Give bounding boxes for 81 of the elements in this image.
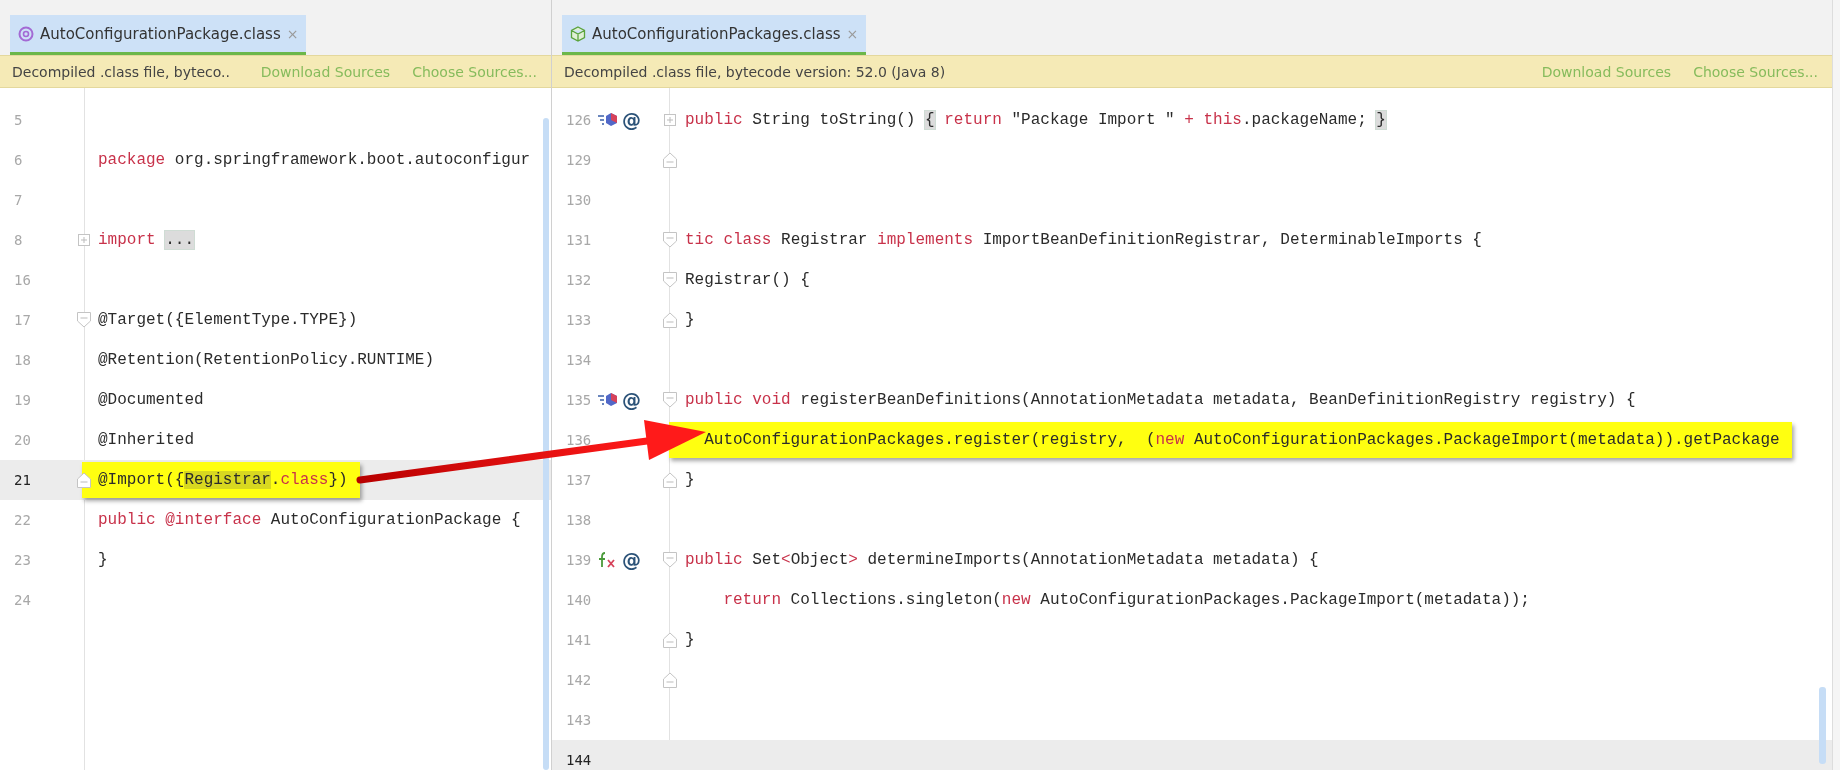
line-number: 24 bbox=[13, 592, 32, 608]
banner-link[interactable]: Choose Sources... bbox=[1693, 63, 1818, 80]
line-number: 144 bbox=[565, 752, 593, 768]
line-number: 134 bbox=[565, 352, 593, 368]
collapse-icon[interactable] bbox=[662, 152, 677, 168]
code-line: } bbox=[685, 311, 695, 329]
line-number: 136 bbox=[565, 432, 593, 448]
code-line: @Retention(RetentionPolicy.RUNTIME) bbox=[98, 351, 435, 369]
line-number: 137 bbox=[565, 472, 593, 488]
code-line: Registrar() { bbox=[685, 271, 810, 289]
line-number: 129 bbox=[565, 152, 593, 168]
code-line: } bbox=[685, 631, 695, 649]
close-icon[interactable]: × bbox=[846, 25, 859, 42]
collapse-icon[interactable] bbox=[662, 272, 677, 288]
collapse-icon[interactable] bbox=[662, 232, 677, 248]
line-number: 131 bbox=[565, 232, 593, 248]
editor-tab[interactable]: AutoConfigurationPackages.class × bbox=[562, 15, 867, 55]
collapse-icon[interactable] bbox=[77, 472, 91, 488]
annotation-icon bbox=[18, 25, 34, 42]
editor-tab[interactable]: AutoConfigurationPackage.class × bbox=[10, 15, 307, 55]
code-line: public @interface AutoConfigurationPackage { bbox=[98, 511, 521, 529]
code-line: public void registerBeanDefinitions(AnnotationMetadata metadata, BeanDefinitionRegistry registry) { bbox=[685, 391, 1636, 409]
banner-link[interactable]: Choose Sources... bbox=[412, 63, 537, 80]
code-line: public Set<Object> determineImports(AnnotationMetadata metadata) { bbox=[685, 551, 1319, 569]
line-number: 5 bbox=[13, 112, 24, 128]
line-number: 133 bbox=[565, 312, 593, 328]
line-number: 143 bbox=[565, 712, 593, 728]
implementation-icon[interactable] bbox=[597, 111, 619, 129]
banner-link[interactable]: Download Sources bbox=[260, 63, 391, 80]
code-line: @Inherited bbox=[98, 431, 194, 449]
collapse-icon[interactable] bbox=[662, 472, 677, 488]
line-number: 142 bbox=[565, 672, 593, 688]
line-number: 138 bbox=[565, 512, 593, 528]
banner-message: Decompiled .class file, byteco.. bbox=[12, 63, 230, 80]
code-line: } bbox=[98, 551, 108, 569]
implementation-icon[interactable] bbox=[597, 391, 619, 409]
scrollbar-thumb[interactable] bbox=[1819, 687, 1826, 764]
line-number: 19 bbox=[13, 392, 32, 408]
collapse-icon[interactable] bbox=[662, 552, 677, 568]
code-line: @Documented bbox=[98, 391, 204, 409]
line-number: 126 bbox=[565, 112, 593, 128]
line-number: 18 bbox=[13, 352, 32, 368]
annotation-mark[interactable]: @ bbox=[622, 389, 641, 411]
code-line: tic class Registrar implements ImportBeanDefinitionRegistrar, DeterminableImports { bbox=[685, 231, 1482, 249]
line-number: 140 bbox=[565, 592, 593, 608]
line-number: 135 bbox=[565, 392, 593, 408]
line-number: 132 bbox=[565, 272, 593, 288]
code-line: import ... bbox=[98, 231, 195, 249]
code-line: @Target({ElementType.TYPE}) bbox=[98, 311, 358, 329]
expand-icon[interactable] bbox=[78, 234, 90, 246]
tab-title: AutoConfigurationPackage.class bbox=[40, 24, 281, 43]
line-number: 139 bbox=[565, 552, 593, 568]
banner-message: Decompiled .class file, bytecode version: 52.0 (Java 8) bbox=[564, 63, 946, 80]
line-number: 23 bbox=[13, 552, 32, 568]
banner-link[interactable]: Download Sources bbox=[1541, 63, 1672, 80]
code-line: } bbox=[685, 471, 695, 489]
line-number: 22 bbox=[13, 512, 32, 528]
code-line: return Collections.singleton(new AutoConfigurationPackages.PackageImport(metadata)); bbox=[722, 591, 1530, 609]
annotation-mark[interactable]: @ bbox=[622, 109, 641, 131]
line-number: 130 bbox=[565, 192, 593, 208]
line-number: 17 bbox=[13, 312, 32, 328]
line-number: 7 bbox=[13, 192, 24, 208]
line-number: 21 bbox=[13, 472, 32, 488]
line-number: 16 bbox=[13, 272, 32, 288]
collapse-icon[interactable] bbox=[77, 312, 91, 328]
collapse-icon[interactable] bbox=[662, 312, 677, 328]
code-line: package org.springframework.boot.autoconfigur bbox=[98, 151, 531, 169]
line-number: 6 bbox=[13, 152, 24, 168]
code-line: public String toString() { return "Package Import " + this.packageName; } bbox=[685, 111, 1386, 129]
cube-icon bbox=[570, 25, 586, 42]
collapse-icon[interactable] bbox=[662, 392, 677, 408]
close-icon[interactable]: × bbox=[286, 25, 299, 42]
tab-title: AutoConfigurationPackages.class bbox=[592, 24, 841, 43]
line-number: 141 bbox=[565, 632, 593, 648]
annotation-mark[interactable]: @ bbox=[622, 549, 641, 571]
scrollbar-thumb[interactable] bbox=[543, 118, 549, 770]
collapse-icon[interactable] bbox=[662, 672, 677, 688]
collapse-icon[interactable] bbox=[662, 632, 677, 648]
line-number: 8 bbox=[13, 232, 24, 248]
line-number: 20 bbox=[13, 432, 32, 448]
expand-icon[interactable] bbox=[663, 114, 676, 126]
